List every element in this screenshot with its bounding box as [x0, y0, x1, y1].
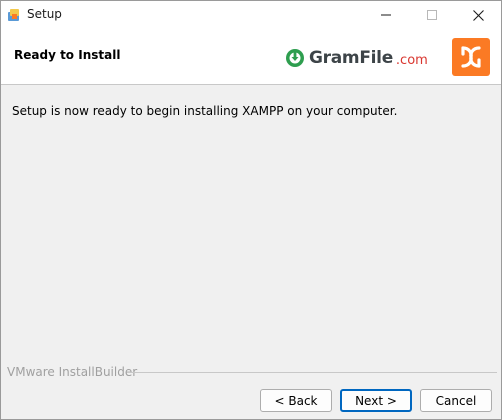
- xampp-setup-icon: [7, 8, 21, 22]
- next-button[interactable]: Next >: [340, 389, 412, 412]
- xampp-logo-icon: [452, 38, 490, 76]
- builder-footer: VMware InstallBuilder: [1, 365, 501, 379]
- footer-divider: [127, 372, 497, 373]
- gramfile-download-icon: [286, 49, 304, 67]
- gramfile-logo-domain: .com: [395, 52, 428, 68]
- setup-window: Setup Ready to Install GramFile .com Set…: [0, 0, 502, 420]
- maximize-icon: [427, 10, 437, 20]
- back-button[interactable]: < Back: [260, 389, 332, 412]
- maximize-button[interactable]: [409, 1, 455, 29]
- page-title: Ready to Install: [14, 48, 121, 62]
- builder-label: VMware InstallBuilder: [7, 365, 138, 379]
- gramfile-logo-name: GramFile: [309, 48, 393, 68]
- wizard-header: Ready to Install GramFile .com: [1, 29, 501, 85]
- install-ready-message: Setup is now ready to begin installing X…: [12, 104, 398, 118]
- title-bar[interactable]: Setup: [1, 1, 501, 29]
- window-title: Setup: [27, 7, 62, 21]
- gramfile-logo: GramFile .com: [285, 45, 428, 71]
- minimize-icon: [381, 14, 391, 16]
- close-icon: [472, 9, 484, 21]
- minimize-button[interactable]: [363, 1, 409, 29]
- cancel-button[interactable]: Cancel: [420, 389, 492, 412]
- close-button[interactable]: [455, 1, 501, 29]
